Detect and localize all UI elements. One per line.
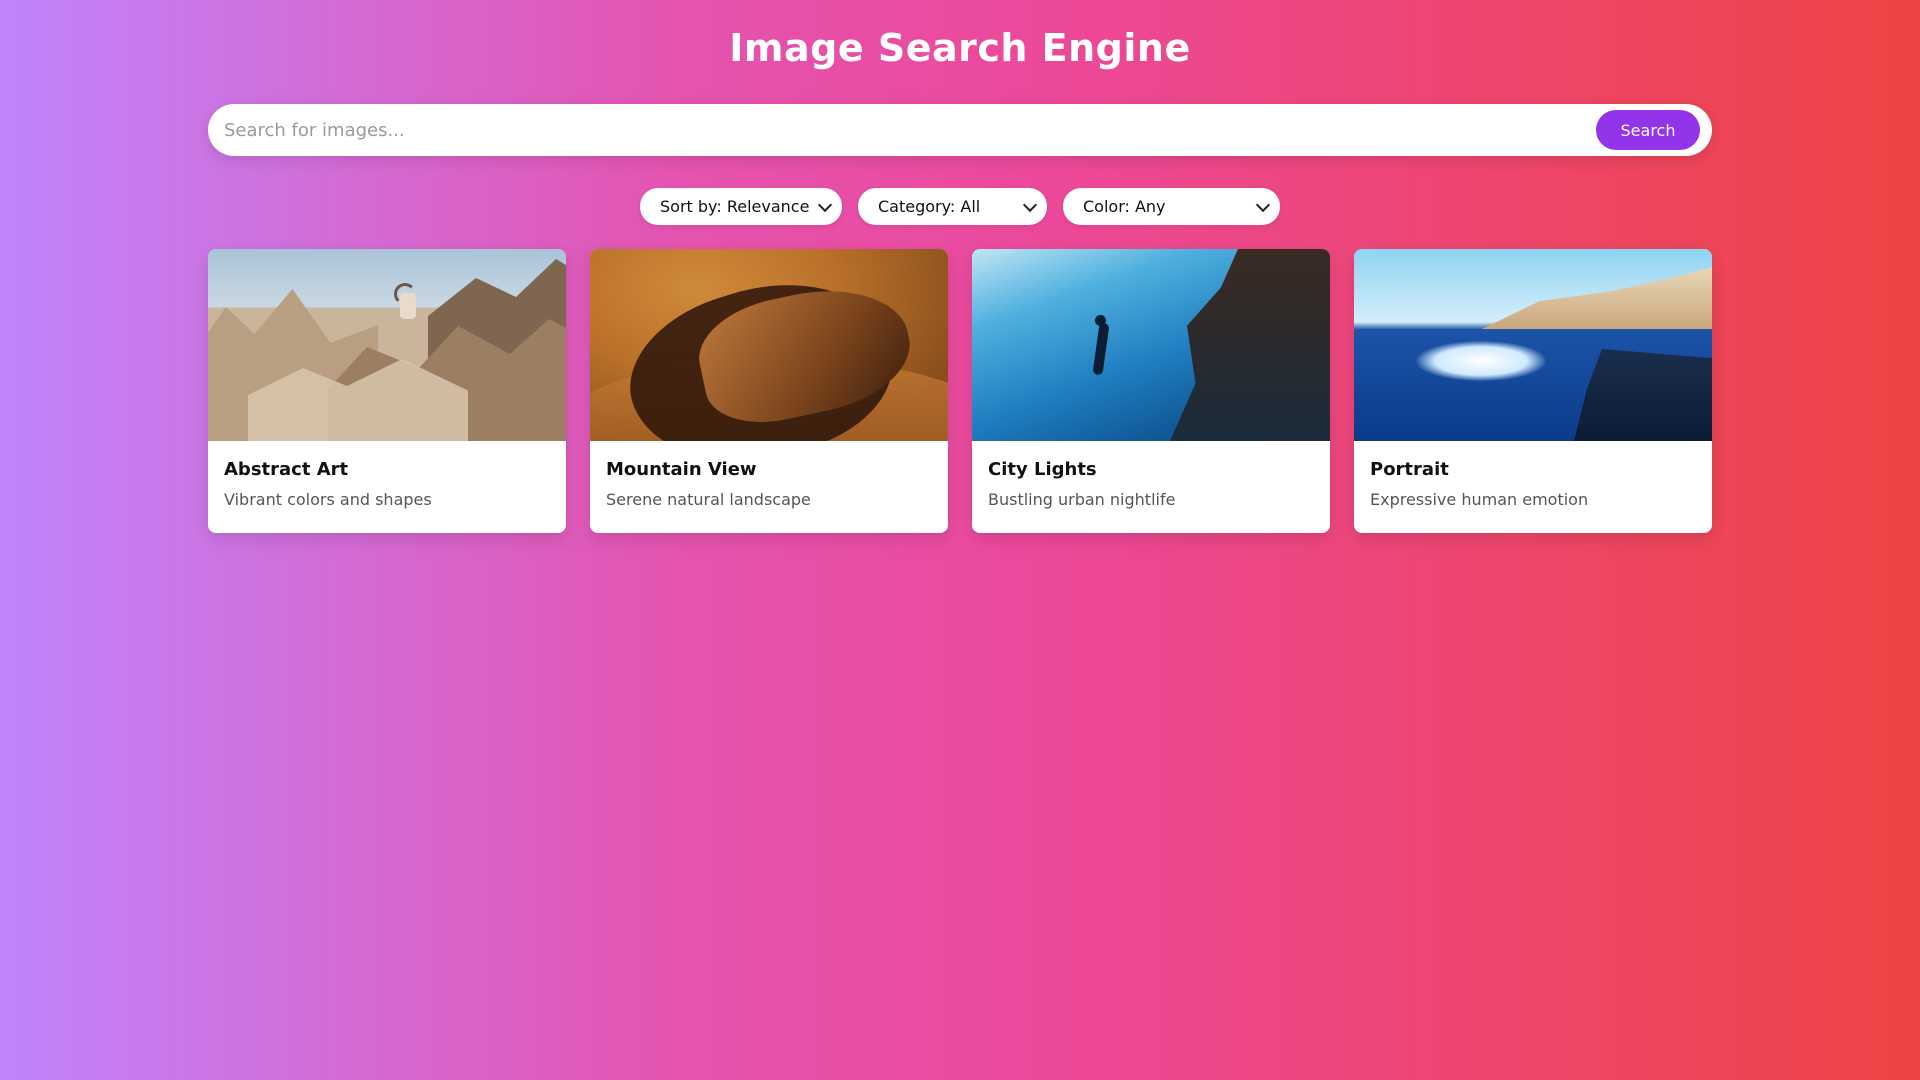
result-image[interactable] [590,249,948,441]
filter-bar: Sort by: Relevance Category: All Color: … [0,188,1920,225]
result-image[interactable] [972,249,1330,441]
card-title: Mountain View [606,459,757,480]
sort-select-label: Sort by: Relevance [660,197,810,216]
search-button[interactable]: Search [1596,110,1700,150]
card-title: City Lights [988,459,1097,480]
result-image[interactable] [1354,249,1712,441]
results-grid: Abstract Art Vibrant colors and shapes M… [208,249,1712,533]
result-image[interactable] [208,249,566,441]
chevron-down-icon [1255,197,1271,212]
card-description: Vibrant colors and shapes [224,490,432,509]
card-description: Expressive human emotion [1370,490,1589,509]
chevron-down-icon [817,197,833,212]
result-card[interactable]: Portrait Expressive human emotion [1354,249,1712,533]
category-select-label: Category: All [878,197,981,216]
result-card[interactable]: Abstract Art Vibrant colors and shapes [208,249,566,533]
search-input[interactable] [208,103,1596,157]
card-body: Mountain View Serene natural landscape [590,441,948,509]
category-select[interactable]: Category: All [858,188,1047,225]
chevron-down-icon [1022,197,1038,212]
page-title: Image Search Engine [729,26,1191,70]
card-body: City Lights Bustling urban nightlife [972,441,1330,509]
card-body: Abstract Art Vibrant colors and shapes [208,441,566,509]
result-card[interactable]: City Lights Bustling urban nightlife [972,249,1330,533]
sort-select[interactable]: Sort by: Relevance [640,188,842,225]
card-title: Abstract Art [224,459,349,480]
result-card[interactable]: Mountain View Serene natural landscape [590,249,948,533]
search-bar: Search [208,103,1712,157]
color-select-label: Color: Any [1083,197,1166,216]
card-body: Portrait Expressive human emotion [1354,441,1712,509]
card-description: Serene natural landscape [606,490,811,509]
color-select[interactable]: Color: Any [1063,188,1280,225]
card-description: Bustling urban nightlife [988,490,1176,509]
card-title: Portrait [1370,459,1449,480]
